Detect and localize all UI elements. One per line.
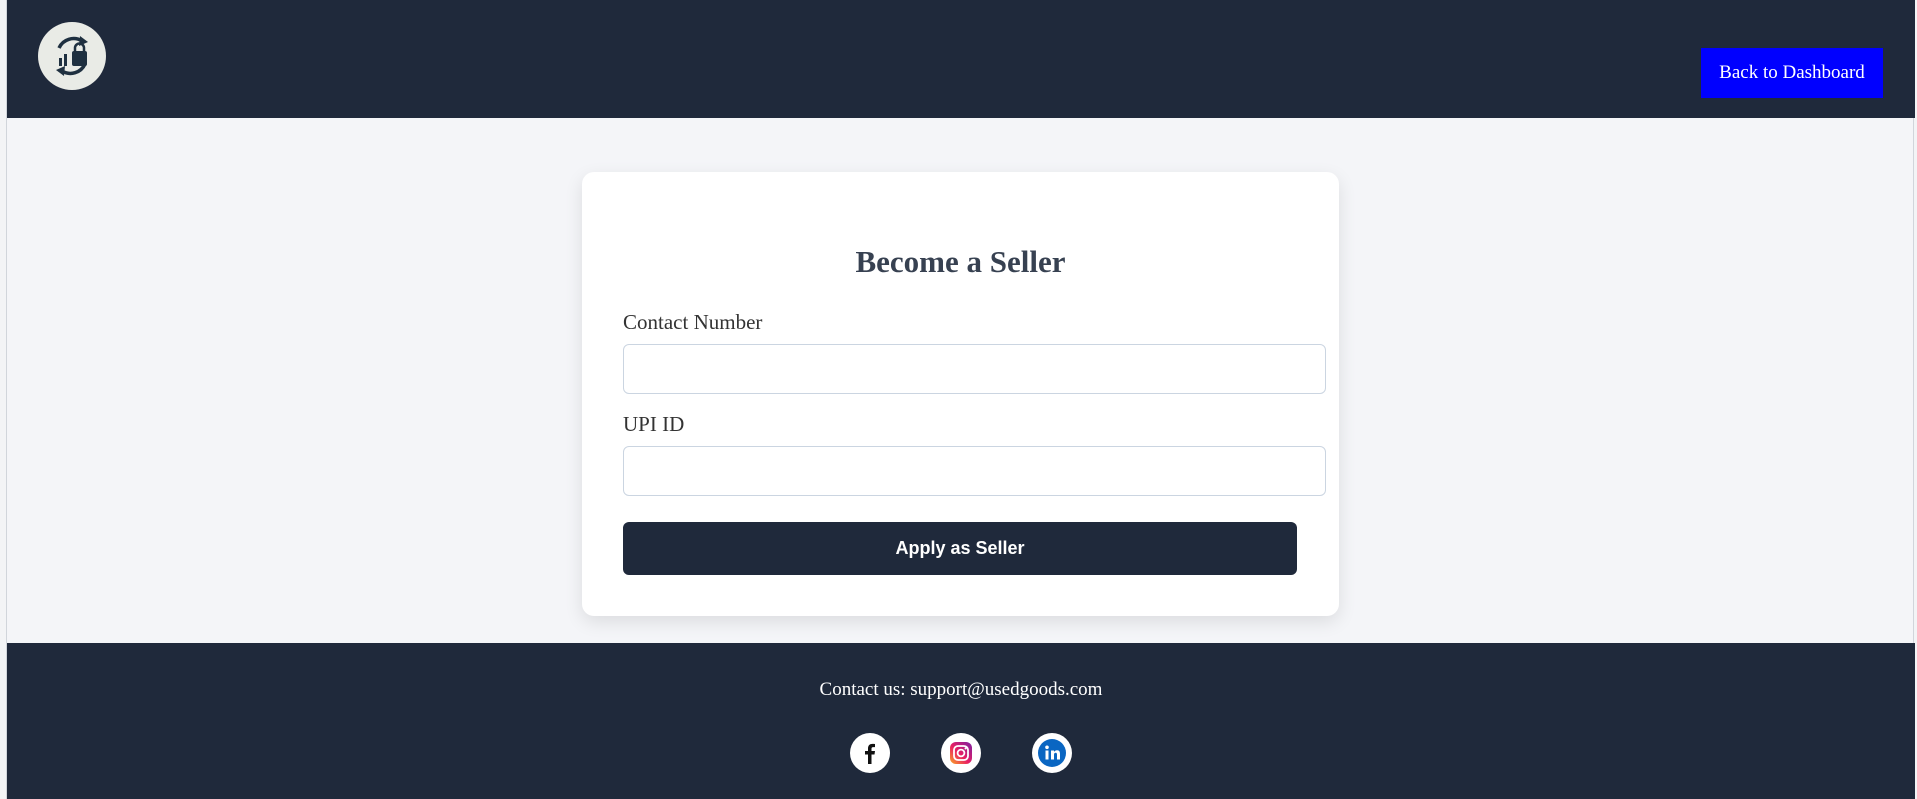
instagram-icon [950,742,972,764]
apply-as-seller-button[interactable]: Apply as Seller [623,522,1297,575]
linkedin-link[interactable] [1032,733,1072,773]
form-title: Become a Seller [855,244,1066,279]
contact-text: Contact us: support@usedgoods.com [819,679,1103,700]
contact-number-label: Contact Number [623,310,763,334]
logo[interactable] [38,22,106,90]
back-to-dashboard-button[interactable]: Back to Dashboard [1701,48,1883,98]
facebook-link[interactable] [850,733,890,773]
header: Back to Dashboard [7,0,1915,118]
recycle-bag-logo-icon [56,36,88,76]
facebook-icon [865,743,875,764]
footer: Contact us: support@usedgoods.com [7,643,1915,799]
upi-id-label: UPI ID [623,412,685,436]
linkedin-icon [1038,739,1066,767]
seller-form-card: Become a Seller Contact Number UPI ID Ap… [582,172,1339,616]
contact-number-input[interactable] [623,344,1326,394]
upi-id-input[interactable] [623,446,1326,496]
instagram-link[interactable] [941,733,981,773]
page: Back to Dashboard Become a Seller Contac… [6,0,1915,799]
